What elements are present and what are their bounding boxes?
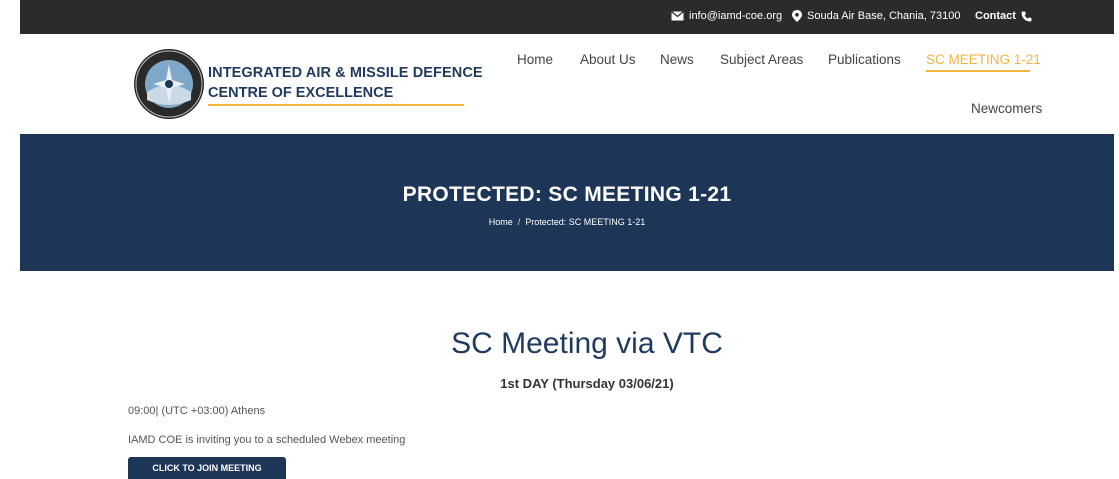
- page-hero: PROTECTED: SC MEETING 1-21 Home / Protecte…: [20, 134, 1114, 271]
- nav-news[interactable]: News: [660, 52, 694, 67]
- content-title: SC Meeting via VTC: [451, 327, 723, 360]
- nav-about-us[interactable]: About Us: [580, 52, 636, 67]
- topbar-contact-text: Contact: [975, 10, 1016, 22]
- page-title: PROTECTED: SC MEETING 1-21: [402, 183, 732, 206]
- topbar-contact-link[interactable]: Contact: [975, 10, 1032, 22]
- nav-active-indicator: [926, 70, 1030, 72]
- phone-icon: [1021, 11, 1032, 22]
- brand-name-line1: INTEGRATED AIR & MISSILE DEFENCE: [208, 65, 483, 81]
- topbar-address: Souda Air Base, Chania, 73100: [792, 10, 961, 22]
- site-header: INTEGRATED AIR & MISSILE DEFENCE CENTRE …: [20, 34, 1114, 134]
- iamd-coe-logo[interactable]: [133, 48, 205, 120]
- topbar-address-text: Souda Air Base, Chania, 73100: [807, 10, 961, 22]
- brand-underline: [208, 104, 464, 106]
- envelope-icon: [671, 11, 684, 21]
- brand-name-line2: CENTRE OF EXCELLENCE: [208, 85, 394, 101]
- map-pin-icon: [792, 10, 802, 22]
- breadcrumb-current: Protected: SC MEETING 1-21: [525, 217, 646, 227]
- breadcrumb: Home / Protected: SC MEETING 1-21: [20, 217, 1114, 227]
- breadcrumb-separator: /: [517, 217, 521, 227]
- nav-newcomers[interactable]: Newcomers: [971, 101, 1042, 116]
- breadcrumb-home[interactable]: Home: [489, 217, 513, 227]
- join-meeting-button[interactable]: CLICK TO JOIN MEETING: [128, 457, 286, 479]
- nav-sc-meeting[interactable]: SC MEETING 1-21: [926, 52, 1041, 67]
- nav-home[interactable]: Home: [517, 52, 553, 67]
- meeting-time: 09:00| (UTC +03:00) Athens: [128, 405, 266, 417]
- nav-publications[interactable]: Publications: [828, 52, 901, 67]
- content-subtitle: 1st DAY (Thursday 03/06/21): [500, 376, 674, 391]
- nav-subject-areas[interactable]: Subject Areas: [720, 52, 803, 67]
- topbar-email[interactable]: info@iamd-coe.org: [671, 10, 782, 22]
- meeting-invite-text: IAMD COE is inviting you to a scheduled …: [128, 434, 406, 446]
- top-bar: info@iamd-coe.org Souda Air Base, Chania…: [20, 0, 1114, 34]
- topbar-email-text: info@iamd-coe.org: [689, 10, 783, 22]
